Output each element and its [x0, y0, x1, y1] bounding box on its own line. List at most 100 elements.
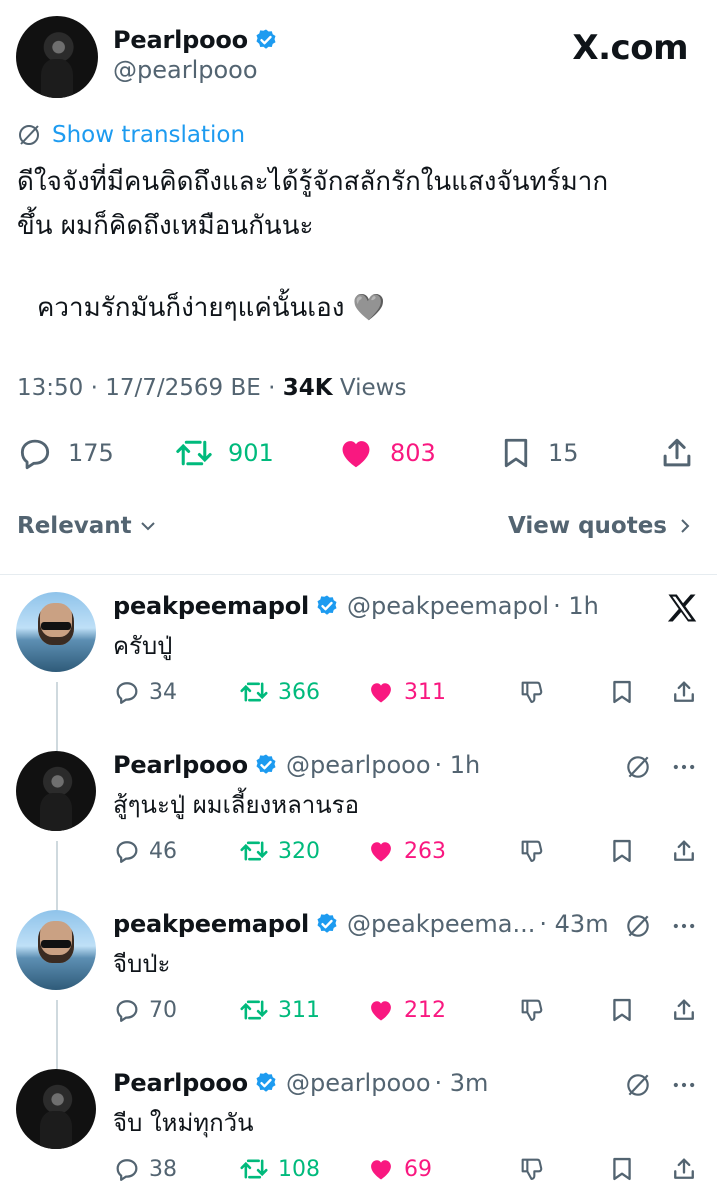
- site-label: X.com: [572, 28, 688, 68]
- reply-reply-count: 46: [149, 838, 177, 864]
- author-header: Pearlpooo @pearlpooo: [113, 26, 278, 84]
- bookmark-count: 15: [548, 439, 579, 467]
- reply-time[interactable]: · 43m: [539, 910, 608, 938]
- reply-repost-count: 320: [278, 838, 320, 864]
- relevant-dropdown[interactable]: Relevant: [17, 513, 158, 539]
- tweet-text: ดีใจจังที่มีคนคิดถึงและได้รู้จักสลักรักใ…: [17, 161, 707, 329]
- author-handle[interactable]: @pearlpooo: [113, 56, 278, 84]
- share-icon: [674, 999, 694, 1020]
- reply-handle[interactable]: @pearlpooo: [286, 1069, 431, 1097]
- reply-repost-button[interactable]: 311: [238, 996, 320, 1024]
- verified-badge-icon: [256, 29, 276, 49]
- more-icon: [673, 764, 695, 770]
- author-avatar[interactable]: [16, 16, 98, 98]
- reply-like-button[interactable]: 212: [366, 996, 446, 1024]
- reply-translate-button[interactable]: [624, 753, 652, 781]
- reply-reply-button[interactable]: 34: [113, 678, 177, 706]
- thread-connector: [56, 1000, 58, 1070]
- reply-translate-button[interactable]: [624, 912, 652, 940]
- reply-reply-button[interactable]: 70: [113, 996, 177, 1024]
- tweet-text-line: ขึ้น ผมก็คิดถึงเหมือนกันนะ: [17, 211, 314, 241]
- reply-display-name[interactable]: Pearlpooo: [113, 751, 248, 779]
- reply-more-button[interactable]: [670, 912, 698, 940]
- reply-avatar[interactable]: [16, 592, 96, 672]
- reply-icon: [116, 682, 138, 704]
- reply-bookmark-button[interactable]: [608, 678, 636, 706]
- heart-filled-icon: [371, 1160, 391, 1180]
- translate-icon: [627, 1074, 649, 1096]
- bookmark-icon: [613, 839, 631, 863]
- thread-connector: [56, 841, 58, 911]
- reply-icon: [116, 1159, 138, 1181]
- reply-downvote-button[interactable]: [518, 996, 546, 1024]
- reply-handle[interactable]: @peakpeemapol: [347, 592, 549, 620]
- verified-badge-icon: [317, 595, 337, 615]
- heart-filled-icon: [371, 1001, 391, 1021]
- tweet-timestamp[interactable]: 13:50 · 17/7/2569 BE ·: [17, 375, 283, 401]
- reply-more-button[interactable]: [670, 1071, 698, 1099]
- share-icon: [663, 438, 691, 467]
- reply-bookmark-button[interactable]: [608, 1155, 636, 1183]
- reply-share-button[interactable]: [670, 996, 698, 1024]
- reply-more-button[interactable]: [670, 753, 698, 781]
- reply-handle[interactable]: @pearlpooo: [286, 751, 431, 779]
- reply-icon: [116, 1000, 138, 1022]
- reply-count: 175: [68, 439, 114, 467]
- translate-icon: [19, 125, 39, 145]
- reply-like-button[interactable]: 311: [366, 678, 446, 706]
- reply-reply-count: 38: [149, 1156, 177, 1182]
- tweet-meta: 13:50 · 17/7/2569 BE · 34K Views: [17, 375, 406, 401]
- reply-reply-button[interactable]: 38: [113, 1155, 177, 1183]
- heart-filled-icon: [342, 441, 370, 468]
- reply-downvote-button[interactable]: [518, 678, 546, 706]
- view-quotes-link[interactable]: View quotes: [508, 513, 695, 539]
- view-quotes-label: View quotes: [507, 513, 667, 539]
- bookmark-button[interactable]: 15: [498, 434, 579, 472]
- reply-share-button[interactable]: [670, 837, 698, 865]
- show-translation-link[interactable]: Show translation: [16, 122, 245, 148]
- repost-button[interactable]: 901: [174, 434, 274, 472]
- reply-time[interactable]: · 1h: [435, 751, 481, 779]
- share-button[interactable]: [658, 434, 696, 472]
- share-icon: [674, 681, 694, 702]
- reply-repost-button[interactable]: 320: [238, 837, 320, 865]
- show-translation-label: Show translation: [52, 122, 246, 148]
- reply-bookmark-button[interactable]: [608, 996, 636, 1024]
- repost-icon: [240, 1159, 268, 1179]
- reply-display-name[interactable]: Pearlpooo: [113, 1069, 248, 1097]
- x-logo-icon: [664, 590, 700, 626]
- reply-bookmark-button[interactable]: [608, 837, 636, 865]
- like-button[interactable]: 803: [336, 434, 436, 472]
- chevron-down-icon: [140, 522, 155, 531]
- reply-repost-button[interactable]: 108: [238, 1155, 320, 1183]
- reply-translate-button[interactable]: [624, 1071, 652, 1099]
- chevron-right-icon: [681, 519, 690, 533]
- reply-like-button[interactable]: 69: [366, 1155, 432, 1183]
- reply-repost-count: 311: [278, 997, 320, 1023]
- reply-icon: [20, 439, 50, 470]
- reply-like-button[interactable]: 263: [366, 837, 446, 865]
- reply-share-button[interactable]: [670, 1155, 698, 1183]
- views-label: Views: [332, 375, 407, 401]
- reply-avatar[interactable]: [16, 910, 96, 990]
- reply-time[interactable]: · 3m: [435, 1069, 489, 1097]
- reply-downvote-button[interactable]: [518, 837, 546, 865]
- reply-downvote-button[interactable]: [518, 1155, 546, 1183]
- reply-display-name[interactable]: peakpeemapol: [113, 910, 309, 938]
- reply-avatar[interactable]: [16, 751, 96, 831]
- reply-avatar[interactable]: [16, 1069, 96, 1149]
- tweet-text-line: ความรักมันก็ง่ายๆแค่นั้นเอง 🩶: [37, 293, 386, 323]
- reply-button[interactable]: 175: [16, 434, 114, 472]
- reply-display-name[interactable]: peakpeemapol: [113, 592, 309, 620]
- reply-time[interactable]: · 1h: [553, 592, 599, 620]
- like-count: 803: [390, 439, 436, 467]
- reply-handle[interactable]: @peakpeema...: [347, 910, 535, 938]
- downvote-icon: [521, 681, 543, 703]
- author-display-name[interactable]: Pearlpooo: [113, 26, 248, 54]
- reply-text: จีบ ใหม่ทุกวัน: [113, 1109, 254, 1137]
- repost-icon: [176, 440, 212, 466]
- reply-reply-button[interactable]: 46: [113, 837, 177, 865]
- bookmark-icon: [613, 680, 631, 704]
- reply-share-button[interactable]: [670, 678, 698, 706]
- reply-repost-button[interactable]: 366: [238, 678, 320, 706]
